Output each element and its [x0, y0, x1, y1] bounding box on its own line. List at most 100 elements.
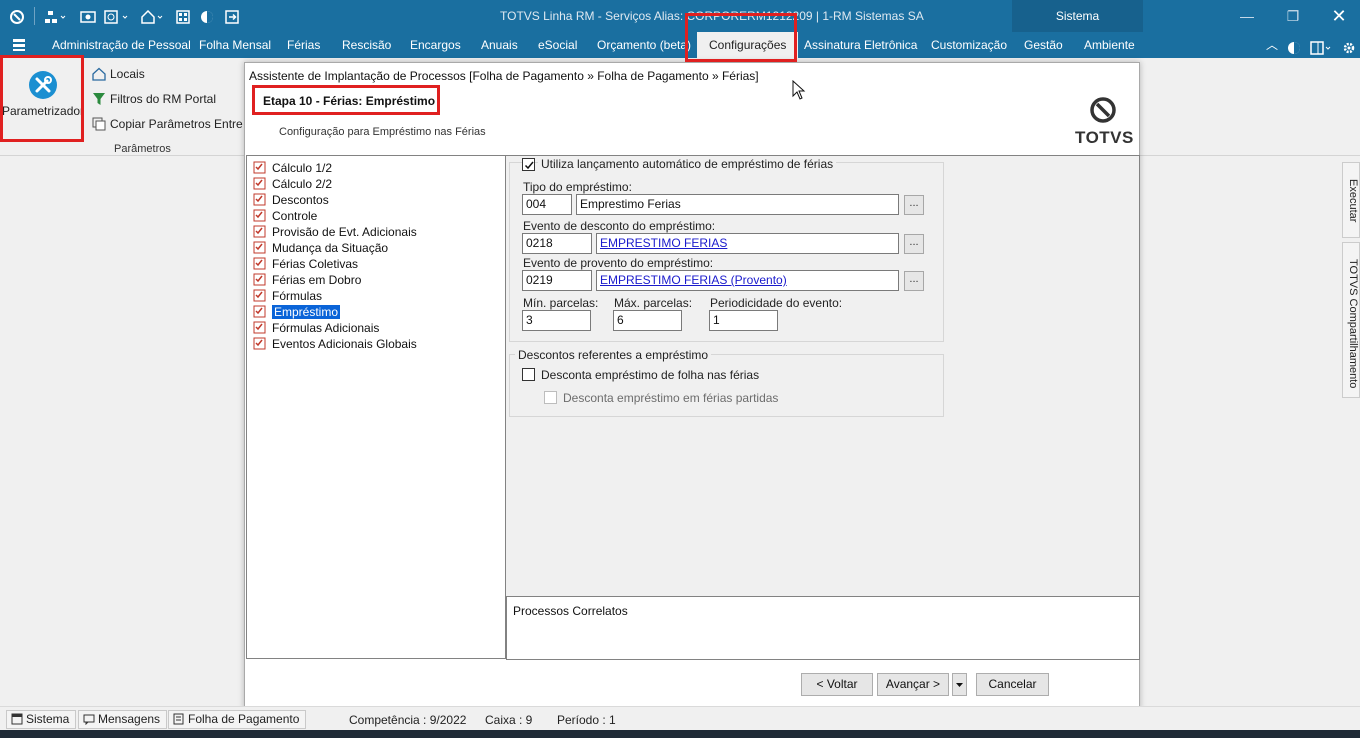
tree-item-calculo-1[interactable]: Cálculo 1/2 [253, 160, 332, 176]
collapse-ribbon-icon[interactable]: ︿ [1266, 32, 1278, 58]
hierarchy-icon[interactable] [44, 8, 66, 24]
filtros-portal-button[interactable]: Filtros do RM Portal [92, 90, 216, 108]
provento-code-input[interactable]: 0219 [522, 270, 592, 291]
view-icon[interactable] [80, 8, 96, 24]
checklist-icon [253, 225, 266, 238]
min-parcelas-input[interactable]: 3 [522, 310, 591, 331]
provento-desc-link[interactable]: EMPRESTIMO FERIAS (Provento) [596, 270, 899, 291]
desconta-folha-checkbox[interactable] [522, 368, 535, 381]
os-taskbar [0, 730, 1360, 738]
provento-lookup-button[interactable]: ... [904, 271, 924, 291]
tools-icon [29, 71, 57, 99]
tree-item-controle[interactable]: Controle [253, 208, 317, 224]
system-tab[interactable]: Sistema [1012, 0, 1143, 32]
periodicidade-input[interactable]: 1 [709, 310, 778, 331]
tab-ferias[interactable]: Férias [287, 32, 320, 58]
minimize-icon[interactable]: — [1224, 0, 1270, 32]
checklist-icon [253, 193, 266, 206]
exit-icon[interactable] [225, 8, 239, 24]
checklist-icon [253, 321, 266, 334]
copy-icon [92, 117, 106, 131]
dock-executar[interactable]: Executar [1342, 162, 1360, 238]
settings-gear-icon[interactable] [1342, 38, 1356, 54]
back-button[interactable]: < Voltar [801, 673, 873, 696]
tab-configuracoes[interactable]: Configurações [697, 32, 799, 58]
locais-button[interactable]: Locais [92, 65, 145, 83]
tree-label: Cálculo 2/2 [272, 177, 333, 191]
close-icon[interactable]: ✕ [1316, 0, 1360, 32]
tree-item-emprestimo[interactable]: Empréstimo [253, 304, 341, 320]
tab-customizacao[interactable]: Customização [931, 32, 1007, 58]
ribbon-tab-bar: Administração de Pessoal Folha Mensal Fé… [0, 32, 1360, 58]
checklist-icon [253, 273, 266, 286]
calculator-icon[interactable] [176, 8, 190, 24]
tree-item-formulas[interactable]: Fórmulas [253, 288, 322, 304]
tree-item-calculo-2[interactable]: Cálculo 2/2 [253, 176, 332, 192]
dock-compartilhamento[interactable]: TOTVS Compartilhamento [1342, 242, 1360, 398]
status-tab-label: Folha de Pagamento [188, 712, 300, 726]
cancel-button[interactable]: Cancelar [976, 673, 1049, 696]
auto-loan-checkbox[interactable] [522, 158, 535, 171]
checklist-icon [253, 177, 266, 190]
tree-label: Descontos [272, 193, 329, 207]
max-parcelas-input[interactable]: 6 [613, 310, 682, 331]
next-dropdown-button[interactable] [952, 673, 967, 696]
help-icon[interactable] [1287, 38, 1301, 54]
desconto-desc-link[interactable]: EMPRESTIMO FERIAS [596, 233, 899, 254]
tree-item-mudanca-situacao[interactable]: Mudança da Situação [253, 240, 388, 256]
tab-assinatura-eletronica[interactable]: Assinatura Eletrônica [804, 32, 917, 58]
tab-esocial[interactable]: eSocial [538, 32, 577, 58]
parametrizador-button[interactable]: Parametrizador [2, 58, 84, 140]
desconta-partidas-checkbox[interactable] [544, 391, 557, 404]
dock-compartilhamento-label: TOTVS Compartilhamento [1347, 259, 1359, 389]
checklist-icon [253, 337, 266, 350]
tab-administracao-pessoal[interactable]: Administração de Pessoal [52, 32, 191, 58]
tab-orcamento[interactable]: Orçamento (beta) [597, 32, 691, 58]
tree-label: Provisão de Evt. Adicionais [272, 225, 417, 239]
status-periodo: Período : 1 [557, 713, 616, 727]
tab-rescisao[interactable]: Rescisão [342, 32, 391, 58]
tree-item-descontos[interactable]: Descontos [253, 192, 329, 208]
tree-item-ferias-coletivas[interactable]: Férias Coletivas [253, 256, 358, 272]
main-menu-icon[interactable] [12, 38, 26, 52]
tab-ambiente[interactable]: Ambiente [1084, 32, 1135, 58]
tipo-code-input[interactable]: 004 [522, 194, 572, 215]
dialog-title: Assistente de Implantação de Processos [… [249, 69, 759, 83]
tree-label: Mudança da Situação [272, 241, 389, 255]
status-tab-mensagens[interactable]: Mensagens [78, 710, 168, 729]
status-competencia: Competência : 9/2022 [349, 713, 467, 727]
status-tab-label: Sistema [26, 712, 70, 726]
status-tab-folha[interactable]: Folha de Pagamento [168, 710, 307, 729]
desconto-lookup-button[interactable]: ... [904, 234, 924, 254]
min-parcelas-label: Mín. parcelas: [523, 296, 599, 310]
auto-loan-label: Utiliza lançamento automático de emprést… [538, 157, 837, 171]
tab-anuais[interactable]: Anuais [481, 32, 518, 58]
tab-gestao[interactable]: Gestão [1024, 32, 1063, 58]
tipo-lookup-button[interactable]: ... [904, 195, 924, 215]
desconto-code-input[interactable]: 0218 [522, 233, 592, 254]
tab-folha-mensal[interactable]: Folha Mensal [199, 32, 271, 58]
step-tree: Cálculo 1/2 Cálculo 2/2 Descontos Contro… [246, 155, 506, 659]
layout-icon[interactable] [1310, 38, 1334, 55]
next-button[interactable]: Avançar > [877, 673, 949, 696]
tree-item-formulas-adicionais[interactable]: Fórmulas Adicionais [253, 320, 379, 336]
refresh-icon[interactable] [104, 8, 132, 24]
restore-icon[interactable]: ❐ [1270, 0, 1316, 32]
tree-label: Cálculo 1/2 [272, 161, 333, 175]
dock-executar-label: Executar [1347, 179, 1359, 223]
help-icon[interactable] [200, 8, 214, 24]
tab-encargos[interactable]: Encargos [410, 32, 461, 58]
chevron-down-icon [956, 683, 963, 687]
tipo-desc-input[interactable]: Emprestimo Ferias [576, 194, 899, 215]
tree-item-eventos-adicionais[interactable]: Eventos Adicionais Globais [253, 336, 417, 352]
status-tab-label: Mensagens [98, 712, 161, 726]
tree-item-ferias-dobro[interactable]: Férias em Dobro [253, 272, 361, 288]
home-icon[interactable] [141, 8, 167, 24]
checklist-icon [253, 241, 266, 254]
message-icon [83, 713, 95, 726]
status-tab-sistema[interactable]: Sistema [6, 710, 77, 729]
totvs-logo-icon[interactable] [10, 8, 24, 24]
copiar-parametros-button[interactable]: Copiar Parâmetros Entre Co [92, 115, 244, 133]
divider [34, 7, 35, 25]
tree-item-provisao[interactable]: Provisão de Evt. Adicionais [253, 224, 417, 240]
